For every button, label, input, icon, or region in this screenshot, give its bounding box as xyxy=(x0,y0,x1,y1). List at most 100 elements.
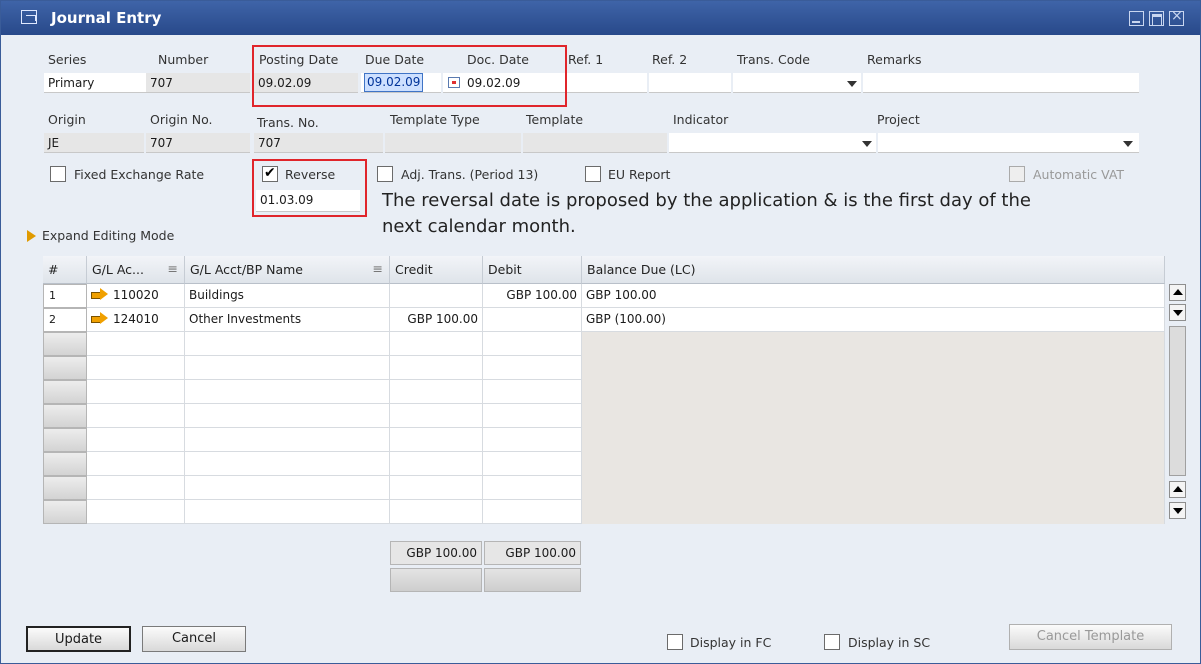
column-header-number[interactable]: # xyxy=(43,256,87,284)
trans-code-dropdown[interactable] xyxy=(733,73,861,93)
column-menu-icon[interactable]: ≡ xyxy=(168,261,178,276)
credit-cell[interactable] xyxy=(390,284,483,308)
column-header-balance-due[interactable]: Balance Due (LC) xyxy=(582,256,1165,284)
credit-total: GBP 100.00 xyxy=(390,541,482,565)
row-selector[interactable] xyxy=(43,476,87,500)
empty-table-row[interactable] xyxy=(43,452,1165,476)
column-menu-icon[interactable]: ≡ xyxy=(373,261,383,276)
fixed-exchange-rate-checkbox[interactable] xyxy=(50,166,66,182)
trans-no-field[interactable]: 707 xyxy=(254,133,383,153)
empty-table-row[interactable] xyxy=(43,380,1165,404)
column-header-gl-account[interactable]: G/L Ac... ≡ xyxy=(87,256,185,284)
project-chevron-down-icon[interactable] xyxy=(1123,141,1133,147)
trans-no-label: Trans. No. xyxy=(257,115,319,130)
window-menu-icon[interactable] xyxy=(21,10,37,24)
table-scrollbar[interactable] xyxy=(1169,284,1188,525)
automatic-vat-label: Automatic VAT xyxy=(1033,167,1125,182)
row-selector[interactable] xyxy=(43,452,87,476)
scroll-down-icon[interactable] xyxy=(1169,304,1186,321)
dates-highlight-box xyxy=(252,45,567,107)
indicator-dropdown[interactable] xyxy=(669,133,876,153)
adj-trans-checkbox[interactable] xyxy=(377,166,393,182)
annotation-line-2: next calendar month. xyxy=(382,216,576,237)
row-number[interactable]: 1 xyxy=(43,284,87,308)
column-header-debit[interactable]: Debit xyxy=(483,256,582,284)
template-label: Template xyxy=(526,112,584,127)
number-field[interactable]: 707 xyxy=(146,73,250,93)
eu-report-label: EU Report xyxy=(608,167,671,182)
series-label: Series xyxy=(48,52,87,67)
window-title: Journal Entry xyxy=(51,9,162,27)
row-selector[interactable] xyxy=(43,380,87,404)
display-fc-label: Display in FC xyxy=(690,635,772,650)
template-field[interactable] xyxy=(523,133,667,153)
gl-name-cell[interactable]: Other Investments xyxy=(185,308,390,332)
link-arrow-icon[interactable] xyxy=(91,312,108,324)
ref2-label: Ref. 2 xyxy=(652,52,688,67)
gl-account-cell[interactable]: 124010 xyxy=(87,308,185,332)
row-number[interactable]: 2 xyxy=(43,308,87,332)
ref1-label: Ref. 1 xyxy=(568,52,604,67)
reverse-highlight-box xyxy=(252,159,367,217)
gl-account-value: 110020 xyxy=(113,288,159,302)
empty-table-row[interactable] xyxy=(43,404,1165,428)
cancel-template-button[interactable]: Cancel Template xyxy=(1009,624,1172,650)
scroll-up-icon[interactable] xyxy=(1169,284,1186,301)
gl-account-cell[interactable]: 110020 xyxy=(87,284,185,308)
display-sc-checkbox[interactable] xyxy=(824,634,840,650)
empty-table-row[interactable] xyxy=(43,332,1165,356)
maximize-icon[interactable] xyxy=(1149,11,1164,26)
series-field[interactable]: Primary xyxy=(44,73,146,93)
debit-cell[interactable] xyxy=(483,308,582,332)
remarks-field[interactable] xyxy=(863,73,1139,93)
gl-name-header-label: G/L Acct/BP Name xyxy=(190,262,303,277)
empty-table-row[interactable] xyxy=(43,356,1165,380)
ref1-field[interactable] xyxy=(563,73,647,93)
indicator-chevron-down-icon[interactable] xyxy=(862,141,872,147)
row-selector[interactable] xyxy=(43,500,87,524)
origin-field[interactable]: JE xyxy=(44,133,144,153)
gl-account-value: 124010 xyxy=(113,312,159,326)
origin-label: Origin xyxy=(48,112,86,127)
number-label: Number xyxy=(158,52,209,67)
column-header-credit[interactable]: Credit xyxy=(390,256,483,284)
project-dropdown[interactable] xyxy=(878,133,1139,153)
balance-due-cell[interactable]: GBP (100.00) xyxy=(582,308,1165,332)
cancel-button[interactable]: Cancel xyxy=(142,626,246,652)
empty-table-row[interactable] xyxy=(43,476,1165,500)
fixed-exchange-rate-label: Fixed Exchange Rate xyxy=(74,167,205,182)
credit-total-blank xyxy=(390,568,482,592)
column-header-gl-name[interactable]: G/L Acct/BP Name ≡ xyxy=(185,256,390,284)
gl-name-cell[interactable]: Buildings xyxy=(185,284,390,308)
row-selector[interactable] xyxy=(43,332,87,356)
eu-report-checkbox[interactable] xyxy=(585,166,601,182)
scroll-up-icon[interactable] xyxy=(1169,481,1186,498)
row-selector[interactable] xyxy=(43,428,87,452)
template-type-field[interactable] xyxy=(385,133,521,153)
debit-cell[interactable]: GBP 100.00 xyxy=(483,284,582,308)
trans-code-label: Trans. Code xyxy=(737,52,810,67)
origin-no-field[interactable]: 707 xyxy=(146,133,250,153)
empty-table-row[interactable] xyxy=(43,500,1165,524)
ref2-field[interactable] xyxy=(649,73,731,93)
minimize-icon[interactable] xyxy=(1129,11,1144,26)
gl-account-header-label: G/L Ac... xyxy=(92,262,144,277)
trans-code-chevron-down-icon[interactable] xyxy=(847,81,857,87)
row-selector[interactable] xyxy=(43,404,87,428)
display-fc-checkbox[interactable] xyxy=(667,634,683,650)
row-selector[interactable] xyxy=(43,356,87,380)
close-icon[interactable] xyxy=(1169,8,1184,26)
scroll-down-icon[interactable] xyxy=(1169,502,1186,519)
link-arrow-icon[interactable] xyxy=(91,288,108,300)
table-row[interactable]: 2 124010 Other Investments GBP 100.00 GB… xyxy=(43,308,1165,332)
balance-due-cell[interactable]: GBP 100.00 xyxy=(582,284,1165,308)
scroll-track[interactable] xyxy=(1169,326,1186,476)
empty-table-row[interactable] xyxy=(43,428,1165,452)
origin-no-label: Origin No. xyxy=(150,112,213,127)
automatic-vat-checkbox[interactable] xyxy=(1009,166,1025,182)
journal-entry-window: Journal Entry Series Number Posting Date… xyxy=(0,0,1201,664)
debit-total: GBP 100.00 xyxy=(484,541,581,565)
credit-cell[interactable]: GBP 100.00 xyxy=(390,308,483,332)
update-button[interactable]: Update xyxy=(26,626,131,652)
table-row[interactable]: 1 110020 Buildings GBP 100.00 GBP 100.00 xyxy=(43,284,1165,308)
